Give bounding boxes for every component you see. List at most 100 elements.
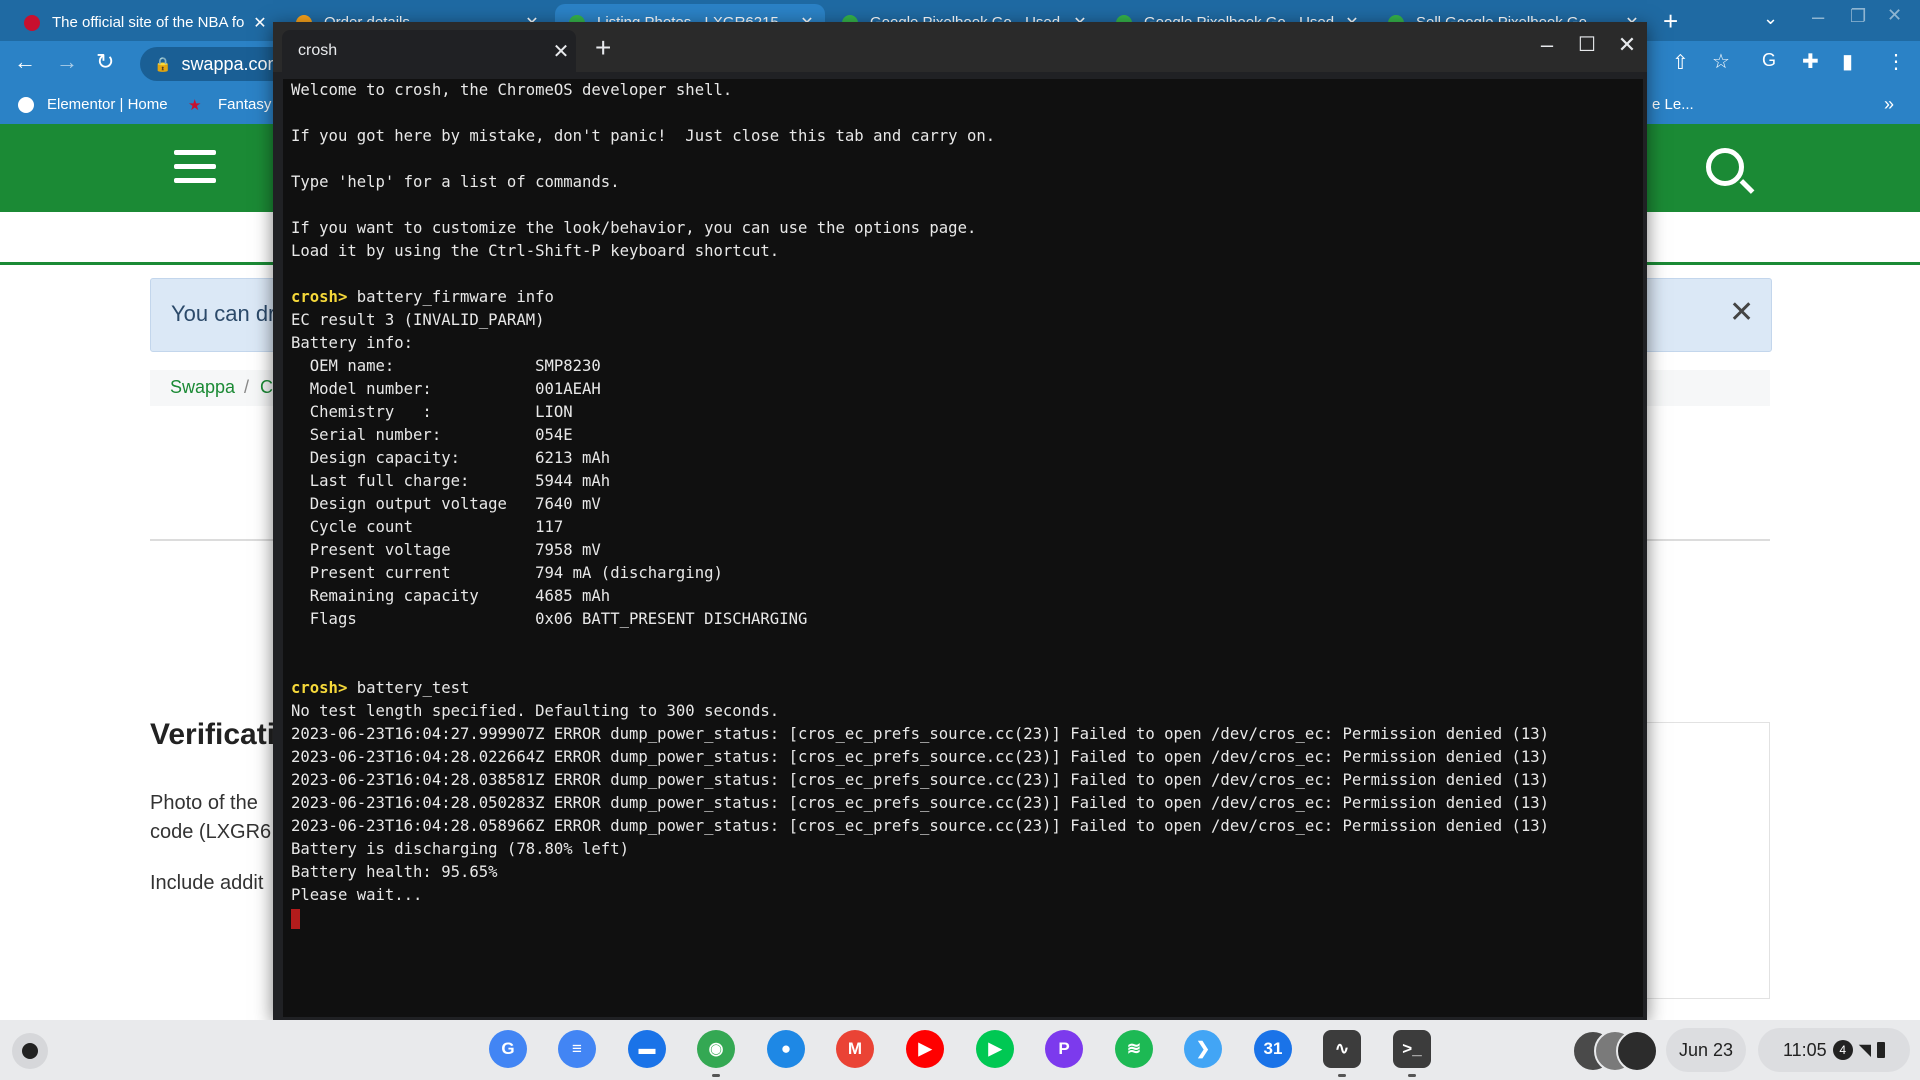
extensions-puzzle-icon[interactable]: ✚ [1802,49,1819,74]
new-terminal-tab-icon[interactable]: + [595,34,611,62]
spotify-icon[interactable]: ≋ [1115,1030,1153,1068]
terminal-line: 2023-06-23T16:04:27.999907Z ERROR dump_p… [291,723,1549,746]
terminal-line-text: No test length specified. Defaulting to … [291,702,780,720]
terminal-line: Please wait... [291,884,1549,907]
bookmark-fantasy[interactable]: Fantasy [218,96,271,113]
close-tab-icon[interactable]: ✕ [546,39,576,64]
crosh-tab-label: crosh [298,42,338,59]
terminal-area[interactable]: Welcome to crosh, the ChromeOS developer… [283,79,1643,1017]
close-tab-icon[interactable]: ✕ [248,13,272,33]
terminal-cursor [291,908,300,929]
close-window-icon[interactable]: ✕ [1887,5,1902,26]
instruction-line-2: code (LXGR6 [150,821,272,843]
crosh-tab[interactable]: crosh ✕ [282,30,576,72]
launcher-button[interactable] [12,1033,48,1069]
bookmark-elementor-icon [18,97,34,113]
flutter-icon[interactable]: ❯ [1184,1030,1222,1068]
google-translate-icon[interactable]: G [489,1030,527,1068]
crosh-window: crosh ✕ + – ☐ ✕ Welcome to crosh, the Ch… [273,22,1647,1020]
status-area[interactable]: 11:05 4 ◥ [1758,1028,1910,1072]
terminal-line-text: Model number: 001AEAH [291,380,601,398]
terminal-line: Serial number: 054E [291,424,1549,447]
breadcrumb-next[interactable]: C [260,377,273,398]
date-pod[interactable]: Jun 23 [1666,1028,1746,1072]
phone-hub-avatar[interactable] [1616,1030,1658,1072]
clock-text: 11:05 [1782,1039,1827,1060]
alert-close-icon[interactable]: ✕ [1729,295,1754,330]
url-text: swappa.com [181,53,283,74]
terminal-line-text: Present voltage 7958 mV [291,541,601,559]
terminal-line: Load it by using the Ctrl-Shift-P keyboa… [291,240,1549,263]
bookmarks-overflow-icon[interactable]: » [1884,94,1894,115]
side-card [1640,722,1770,999]
minimize-icon[interactable]: – [1812,4,1824,30]
share-icon[interactable]: ⇧ [1672,50,1689,75]
terminal-line: If you want to customize the look/behavi… [291,217,1549,240]
terminal-icon[interactable]: >_ [1393,1030,1431,1068]
instruction-line-3: Include addit [150,872,264,894]
bookmark-truncated[interactable]: e Le... [1652,96,1694,113]
hamburger-menu-icon[interactable] [174,150,216,184]
terminal-line: Chemistry : LION [291,401,1549,424]
google-calendar-icon[interactable]: 31 [1254,1030,1292,1068]
terminal-line-text: Remaining capacity 4685 mAh [291,587,611,605]
terminal-line: Battery info: [291,332,1549,355]
new-tab-icon[interactable]: + [1663,6,1678,37]
terminal-line-text: If you want to customize the look/behavi… [291,219,977,237]
tab-search-icon[interactable]: ⌄ [1763,8,1778,29]
launcher-circle-icon [22,1043,38,1059]
system-shelf: G ≡ ▬ ◉ ● M ▶ ▶ P ≋ ❯ 31 ∿ >_ Jun 23 11:05 4 ◥ [0,1020,1920,1080]
files-icon[interactable]: ▬ [628,1030,666,1068]
reload-icon[interactable]: ↻ [96,49,114,75]
bookmark-star-icon[interactable]: ☆ [1712,49,1730,74]
back-icon[interactable]: ← [14,49,36,75]
terminal-line-text: battery_test [347,679,470,697]
activity-graph-icon[interactable]: ∿ [1323,1030,1361,1068]
wifi-icon: ◥ [1858,1042,1872,1059]
play-store-icon[interactable]: ▶ [976,1030,1014,1068]
terminal-line-text: Last full charge: 5944 mAh [291,472,611,490]
crosh-prompt: crosh> [291,679,348,697]
breadcrumb-home[interactable]: Swappa [170,377,235,398]
terminal-line-text: battery_firmware info [347,288,554,306]
terminal-line-text: 2023-06-23T16:04:28.038581Z ERROR dump_p… [291,771,1550,789]
gmail-icon[interactable]: M [836,1030,874,1068]
close-window-icon[interactable]: ✕ [1612,32,1642,58]
terminal-line-text: Load it by using the Ctrl-Shift-P keyboa… [291,242,780,260]
browser-tab[interactable]: The official site of the NBA fo ✕ [10,4,278,41]
terminal-line: EC result 3 (INVALID_PARAM) [291,309,1549,332]
google-chat-icon[interactable]: ● [767,1030,805,1068]
terminal-line-text: Battery health: 95.65% [291,863,498,881]
picsart-icon[interactable]: P [1045,1030,1083,1068]
terminal-line: Battery is discharging (78.80% left) [291,838,1549,861]
crosh-titlebar: crosh ✕ + – ☐ ✕ [273,22,1647,72]
lock-icon: 🔒 [154,55,172,72]
terminal-line: OEM name: SMP8230 [291,355,1549,378]
terminal-line: Welcome to crosh, the ChromeOS developer… [291,79,1549,102]
running-indicator [712,1074,720,1077]
google-docs-icon[interactable]: ≡ [558,1030,596,1068]
terminal-line-text: OEM name: SMP8230 [291,357,601,375]
terminal-line: Type 'help' for a list of commands. [291,171,1549,194]
chrome-icon[interactable]: ◉ [697,1030,735,1068]
side-panel-icon[interactable]: ▮ [1842,49,1853,74]
youtube-icon[interactable]: ▶ [906,1030,944,1068]
date-text: Jun 23 [1678,1039,1734,1060]
menu-kebab-icon[interactable]: ⋮ [1886,49,1906,74]
terminal-line: If you got here by mistake, don't panic!… [291,125,1549,148]
terminal-line: Present current 794 mA (discharging) [291,562,1549,585]
search-icon[interactable] [1706,148,1744,186]
bookmark-elementor[interactable]: Elementor | Home [47,96,168,113]
notification-count-badge: 4 [1832,1040,1853,1060]
bookmark-fantasy-icon: ★ [188,97,202,114]
instruction-line-1: Photo of the [150,792,258,814]
restore-icon[interactable]: ❐ [1850,6,1866,27]
maximize-icon[interactable]: ☐ [1572,32,1602,57]
terminal-line-text: Design capacity: 6213 mAh [291,449,611,467]
minimize-icon[interactable]: – [1532,32,1562,58]
translate-extension-icon[interactable]: G [1762,50,1776,71]
forward-icon[interactable]: → [56,49,78,75]
